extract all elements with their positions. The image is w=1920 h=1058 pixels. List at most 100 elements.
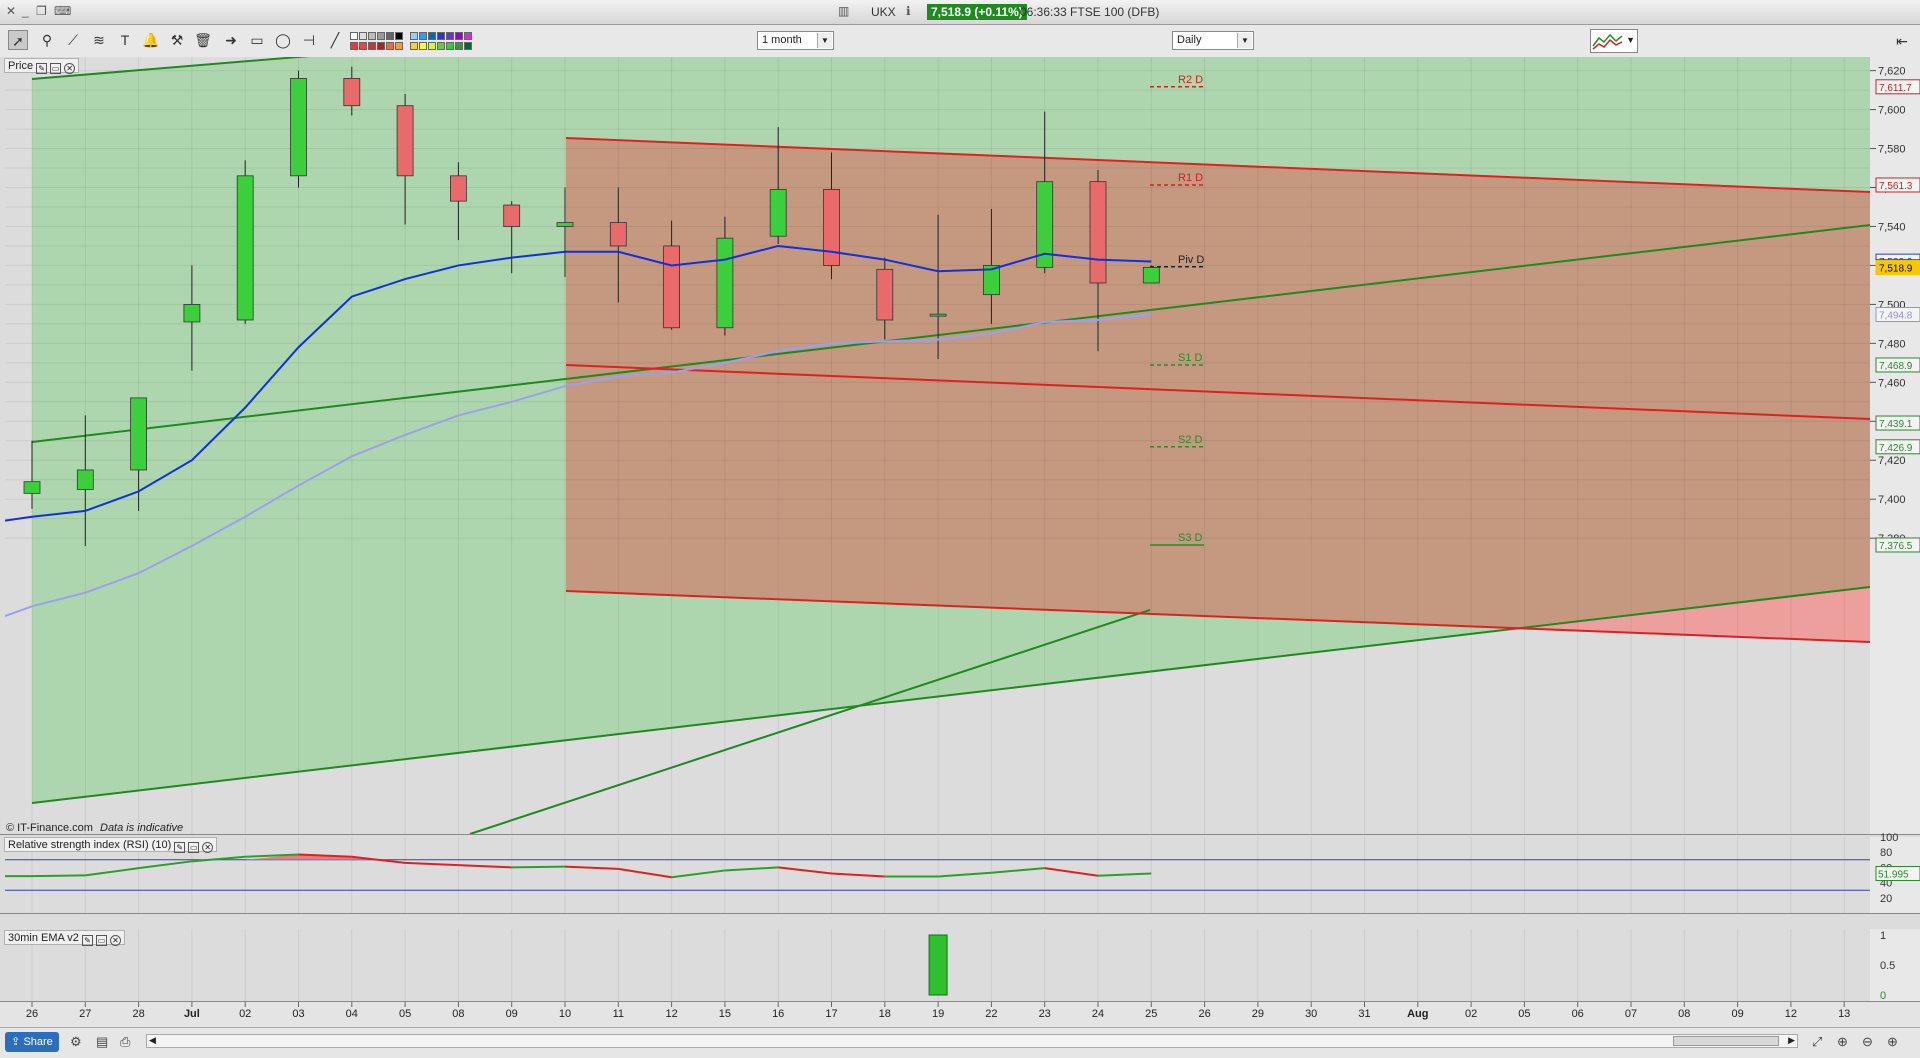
price-tick-label: 7,480 bbox=[1878, 338, 1906, 350]
pivot-label: R2 D bbox=[1178, 74, 1203, 86]
bottom-bar: ⇪ Share ⚙ ▤ ⎙ ◀ ▶ ⤢ ⊕ ⊖ ⊕ bbox=[0, 1027, 1920, 1058]
rectangle-tool-icon[interactable]: ▭ bbox=[247, 30, 267, 50]
price-marker-label: 7,426.9 bbox=[1879, 443, 1913, 454]
chart-toolbar: ➚ ⚲ ⟋ ≋ T 🔔 ⚒ 🗑 ➜ ▭ ◯ ⊣ ╱ 1 month ▼ Dail… bbox=[0, 25, 1920, 58]
rsi-panel-bg bbox=[5, 837, 1870, 913]
chevron-down-icon: ▼ bbox=[817, 33, 832, 48]
bullish-candle bbox=[23, 481, 41, 494]
time-scrollbar[interactable]: ◀ ▶ bbox=[146, 1034, 1798, 1048]
x-tick-label: 02 bbox=[1465, 1008, 1477, 1020]
line-tool-icon[interactable]: ╱ bbox=[325, 30, 345, 50]
x-tick-label: 06 bbox=[1572, 1008, 1584, 1020]
x-tick-label: 26 bbox=[26, 1008, 38, 1020]
bearish-candle bbox=[343, 78, 361, 107]
zoom-tool-icon[interactable]: ⚲ bbox=[37, 30, 57, 50]
hammer-tool-icon[interactable]: ⚒ bbox=[167, 30, 187, 50]
scroll-left-icon[interactable]: ◀ bbox=[149, 1035, 156, 1046]
price-tick-label: 7,460 bbox=[1878, 377, 1906, 389]
rsi-tick-label: 20 bbox=[1880, 893, 1892, 905]
bullish-candle bbox=[716, 237, 734, 329]
share-button[interactable]: ⇪ Share bbox=[5, 1032, 59, 1052]
pivot-label: S1 D bbox=[1178, 352, 1203, 364]
trash-icon[interactable]: 🗑 bbox=[193, 30, 213, 50]
trendline-tool-icon[interactable]: ⟋ bbox=[63, 30, 83, 50]
x-tick-label: 17 bbox=[825, 1008, 837, 1020]
x-tick-label: 08 bbox=[452, 1008, 464, 1020]
layout-icon[interactable]: ▤ bbox=[96, 1034, 108, 1050]
rsi-tick-label: 100 bbox=[1880, 832, 1898, 844]
ema-tick-label: 0 bbox=[1880, 990, 1886, 1002]
price-tick-label: 7,580 bbox=[1878, 144, 1906, 156]
period-select-value: 1 month bbox=[762, 34, 802, 46]
maximize-icon[interactable]: ▭ bbox=[95, 935, 107, 946]
x-tick-label: 03 bbox=[292, 1008, 304, 1020]
price-marker-label: 7,468.9 bbox=[1879, 361, 1913, 372]
bullish-candle bbox=[1142, 266, 1160, 284]
x-tick-label: 09 bbox=[1731, 1008, 1743, 1020]
settings-icon[interactable]: ⚙ bbox=[70, 1034, 82, 1050]
fibonacci-tool-icon[interactable]: ≋ bbox=[89, 30, 109, 50]
pointer-tool-icon[interactable]: ➚ bbox=[8, 30, 28, 50]
export-icon[interactable]: ⎙ bbox=[120, 1034, 130, 1050]
bearish-candle bbox=[449, 175, 467, 202]
x-tick-label: 09 bbox=[506, 1008, 518, 1020]
close-icon[interactable]: ✕ bbox=[109, 935, 121, 946]
crosshair-icon[interactable]: ⊕ bbox=[1837, 1034, 1848, 1050]
horizontal-line-tool-icon[interactable]: ⊣ bbox=[299, 30, 319, 50]
x-tick-label: 31 bbox=[1358, 1008, 1370, 1020]
close-window-icon[interactable]: ✕ bbox=[6, 4, 16, 18]
chart-area[interactable]: R2 D R1 D Piv D S1 D S2 D S3 D 7,620 7,600 7,58… bbox=[0, 57, 1920, 1027]
x-tick-label: 29 bbox=[1252, 1008, 1264, 1020]
fit-chart-icon[interactable]: ⤢ bbox=[1812, 1034, 1822, 1050]
maximize-icon[interactable]: ▭ bbox=[188, 842, 200, 853]
interval-select[interactable]: Daily ▼ bbox=[1172, 31, 1254, 50]
zoom-in-icon[interactable]: ⊕ bbox=[1887, 1034, 1898, 1050]
x-tick-label: 28 bbox=[132, 1008, 144, 1020]
period-select[interactable]: 1 month ▼ bbox=[757, 31, 834, 50]
x-tick-label: 04 bbox=[346, 1008, 358, 1020]
ellipse-tool-icon[interactable]: ◯ bbox=[273, 30, 293, 50]
price-marker-label: 7,439.1 bbox=[1879, 419, 1913, 430]
price-badge: 7,518.9 (+0.11%) bbox=[927, 4, 1027, 20]
bullish-candle bbox=[183, 303, 201, 323]
scrollbar-thumb[interactable] bbox=[1673, 1036, 1779, 1046]
bearish-candle bbox=[503, 204, 521, 227]
x-tick-label: 10 bbox=[559, 1008, 571, 1020]
x-tick-label: 05 bbox=[1518, 1008, 1530, 1020]
zoom-out-icon[interactable]: ⊖ bbox=[1862, 1034, 1873, 1050]
chart-style-button[interactable]: ▼ bbox=[1590, 29, 1638, 53]
bearish-candle bbox=[609, 222, 627, 247]
bullish-candle bbox=[76, 469, 94, 490]
close-icon[interactable]: ✕ bbox=[202, 842, 214, 853]
disclaimer-label: Data is indicative bbox=[100, 822, 183, 834]
red-channel-band bbox=[566, 138, 1870, 642]
x-tick-label: 27 bbox=[79, 1008, 91, 1020]
instrument-icon: ▥ bbox=[838, 4, 850, 18]
wrench-icon[interactable]: ✎ bbox=[174, 842, 186, 853]
ema-panel-header: 30min EMA v2 ✎ ▭ ✕ bbox=[4, 930, 125, 946]
arrow-tool-icon[interactable]: ➜ bbox=[221, 30, 241, 50]
ema-tick-label: 1 bbox=[1880, 930, 1886, 942]
x-tick-label: 13 bbox=[1838, 1008, 1850, 1020]
wrench-icon[interactable]: ✎ bbox=[81, 935, 93, 946]
keyboard-icon[interactable]: ⌨ bbox=[54, 4, 71, 18]
wrench-icon[interactable]: ✎ bbox=[36, 63, 48, 74]
text-tool-icon[interactable]: T bbox=[115, 30, 135, 50]
bearish-candle bbox=[396, 105, 414, 177]
bearish-candle bbox=[823, 189, 840, 266]
scroll-right-icon[interactable]: ▶ bbox=[1788, 1035, 1795, 1046]
panel-toggle-icon[interactable]: ⇤ bbox=[1892, 31, 1912, 51]
chevron-down-icon: ▼ bbox=[1237, 33, 1252, 48]
pivot-label: S3 D bbox=[1178, 532, 1203, 544]
close-icon[interactable]: ✕ bbox=[64, 63, 76, 74]
alert-bell-icon[interactable]: 🔔 bbox=[141, 30, 161, 50]
price-marker-label: 7,494.8 bbox=[1879, 311, 1913, 322]
price-tick-label: 7,540 bbox=[1878, 221, 1906, 233]
interval-select-value: Daily bbox=[1177, 34, 1202, 46]
color-palette[interactable] bbox=[350, 31, 505, 53]
info-icon[interactable]: ℹ bbox=[906, 4, 911, 18]
price-panel-header: Price ✎ ▭ ✕ bbox=[4, 58, 80, 74]
restore-window-icon[interactable]: ❐ bbox=[36, 4, 47, 18]
maximize-icon[interactable]: ▭ bbox=[50, 63, 62, 74]
minimize-window-icon[interactable]: _ bbox=[22, 4, 29, 18]
